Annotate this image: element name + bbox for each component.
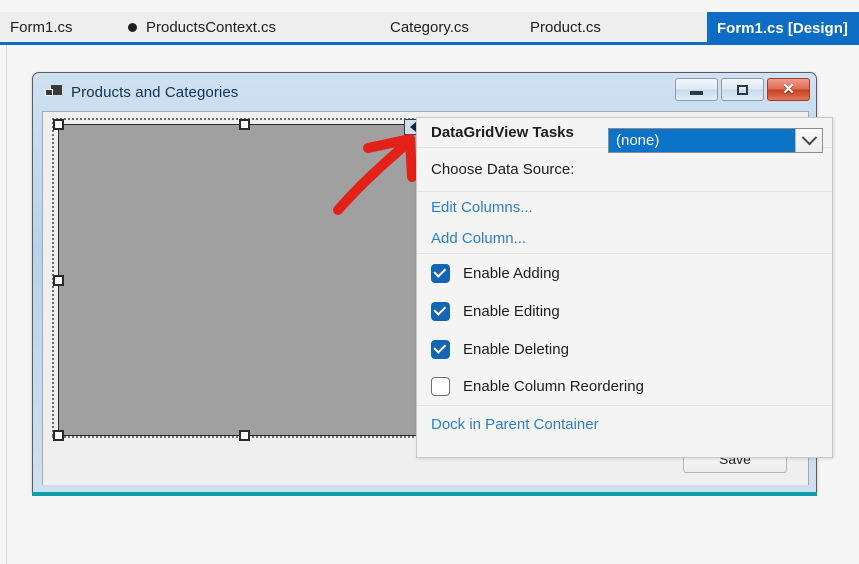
- chevron-down-icon[interactable]: [795, 129, 822, 152]
- form-title: Products and Categories: [71, 84, 238, 101]
- add-column-link-row[interactable]: Add Column...: [417, 223, 832, 254]
- enable-deleting-label: Enable Deleting: [463, 341, 569, 358]
- window-controls: ✕: [675, 78, 810, 101]
- enable-editing-row[interactable]: Enable Editing: [417, 292, 832, 330]
- minimize-icon: [690, 91, 703, 95]
- editor-tab-strip: Form1.cs ProductsContext.cs Category.cs …: [0, 12, 859, 45]
- enable-adding-row[interactable]: Enable Adding: [417, 254, 832, 292]
- add-column-link[interactable]: Add Column...: [431, 230, 526, 247]
- choose-data-source-row: Choose Data Source: (none): [417, 148, 832, 192]
- tab-category-cs[interactable]: Category.cs: [380, 12, 500, 42]
- enable-column-reordering-checkbox[interactable]: [431, 377, 450, 396]
- form-title-bar: Products and Categories ✕: [33, 73, 816, 111]
- tab-label: Product.cs: [530, 19, 601, 36]
- data-source-value: (none): [609, 129, 795, 152]
- screenshot-root: Form1.cs ProductsContext.cs Category.cs …: [0, 0, 859, 564]
- form-resize-edge[interactable]: [32, 492, 817, 496]
- tab-product-cs[interactable]: Product.cs: [520, 12, 630, 42]
- resize-handle-bottom-center[interactable]: [239, 430, 250, 441]
- enable-adding-checkbox[interactable]: [431, 264, 450, 283]
- minimize-button[interactable]: [675, 78, 718, 101]
- close-button[interactable]: ✕: [767, 78, 810, 101]
- data-source-combobox[interactable]: (none): [608, 128, 823, 153]
- resize-handle-bottom-left[interactable]: [53, 430, 64, 441]
- resize-handle-middle-left[interactable]: [53, 275, 64, 286]
- enable-deleting-checkbox[interactable]: [431, 340, 450, 359]
- enable-deleting-row[interactable]: Enable Deleting: [417, 330, 832, 368]
- choose-data-source-label: Choose Data Source:: [431, 161, 574, 178]
- tab-productscontext-cs[interactable]: ProductsContext.cs: [118, 12, 343, 42]
- tab-label: Category.cs: [390, 19, 469, 36]
- resize-handle-top-center[interactable]: [239, 119, 250, 130]
- edit-columns-link[interactable]: Edit Columns...: [431, 199, 533, 216]
- resize-handle-top-left[interactable]: [53, 119, 64, 130]
- enable-column-reordering-row[interactable]: Enable Column Reordering: [417, 368, 832, 406]
- maximize-button[interactable]: [721, 78, 764, 101]
- dock-in-parent-container-row[interactable]: Dock in Parent Container: [417, 406, 832, 442]
- datagridview-tasks-panel[interactable]: DataGridView Tasks Choose Data Source: (…: [416, 117, 833, 458]
- maximize-icon: [737, 85, 748, 95]
- unsaved-dot-icon: [128, 23, 137, 32]
- tab-form1-cs-design[interactable]: Form1.cs [Design]: [707, 12, 859, 45]
- enable-editing-label: Enable Editing: [463, 303, 560, 320]
- datagridview-control[interactable]: [58, 124, 421, 436]
- tab-form1-cs[interactable]: Form1.cs: [0, 12, 118, 42]
- enable-column-reordering-label: Enable Column Reordering: [463, 378, 644, 395]
- tab-label: ProductsContext.cs: [146, 19, 276, 36]
- close-icon: ✕: [782, 82, 795, 97]
- enable-adding-label: Enable Adding: [463, 265, 560, 282]
- dock-in-parent-container-link[interactable]: Dock in Parent Container: [431, 416, 599, 433]
- tab-label: Form1.cs: [10, 19, 73, 36]
- form-designer-icon: [45, 85, 62, 100]
- enable-editing-checkbox[interactable]: [431, 302, 450, 321]
- tab-label: Form1.cs [Design]: [717, 20, 848, 37]
- edit-columns-link-row[interactable]: Edit Columns...: [417, 192, 832, 223]
